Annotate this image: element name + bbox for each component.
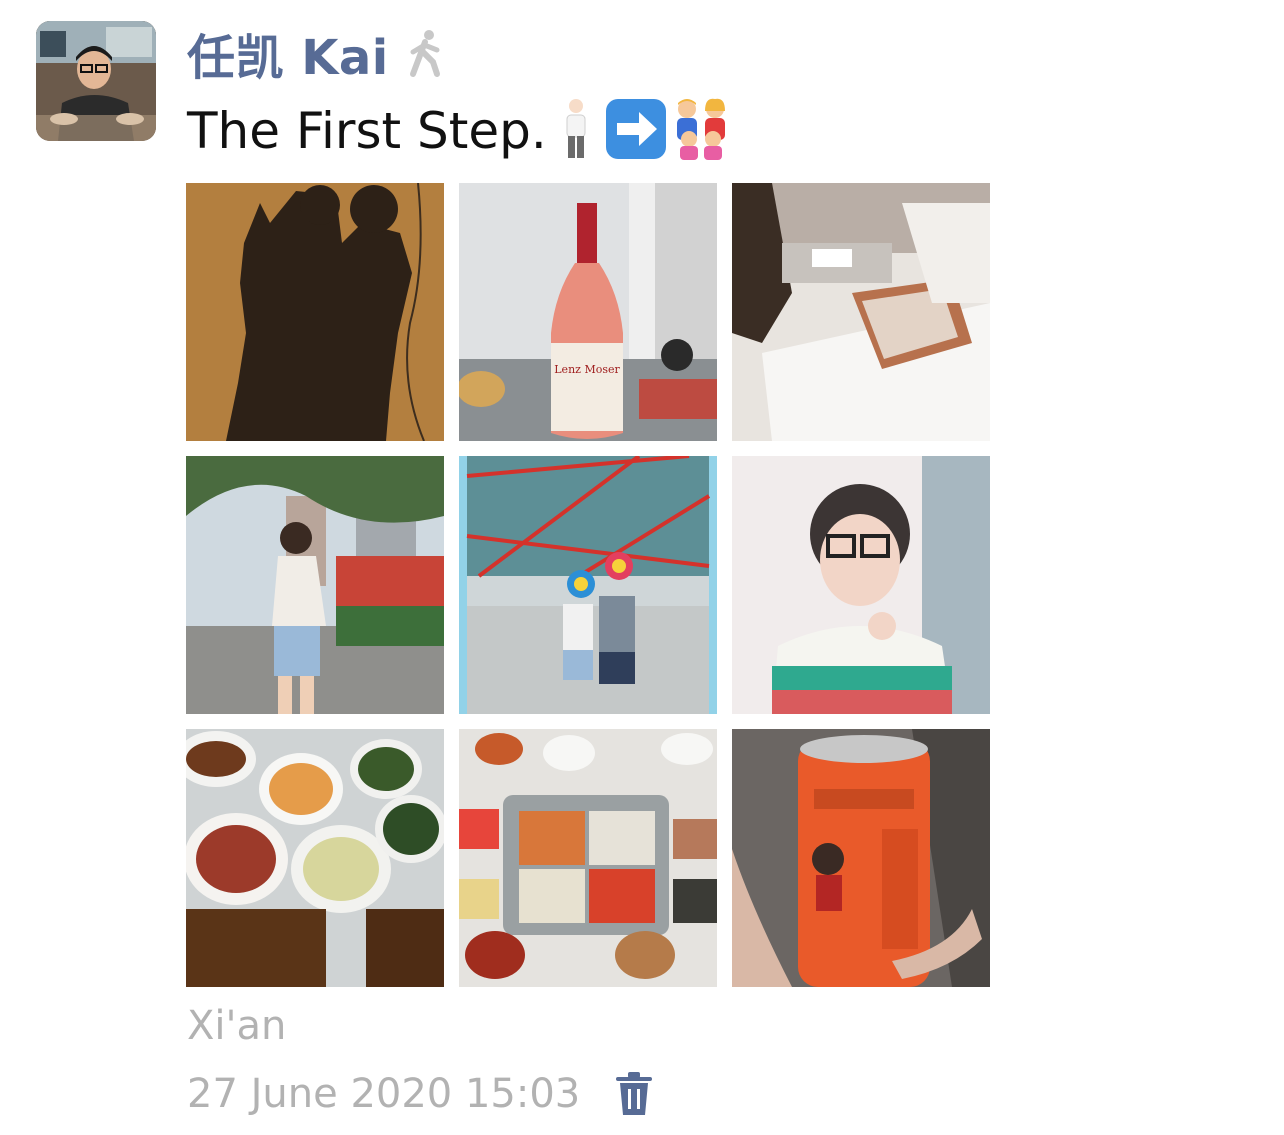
post-timestamp: 27 June 2020 15:03: [187, 1071, 581, 1117]
avatar[interactable]: [36, 21, 156, 141]
photo-hotel-bed[interactable]: [732, 183, 990, 441]
author-name[interactable]: 任凯 Kai: [187, 18, 389, 88]
right-arrow-emoji: [605, 98, 667, 164]
person-standing-emoji: [561, 98, 591, 164]
svg-text:Lenz Moser: Lenz Moser: [554, 363, 620, 376]
photo-hotpot[interactable]: [459, 729, 717, 987]
trash-icon[interactable]: [614, 1071, 654, 1117]
photo-street-girl[interactable]: [186, 456, 444, 714]
photo-soda-can[interactable]: [732, 729, 990, 987]
photo-dinner-dishes[interactable]: [186, 729, 444, 987]
photo-shadows[interactable]: [186, 183, 444, 441]
post-text: The First Step.: [187, 102, 547, 160]
family-emoji: [669, 97, 735, 165]
photo-boy-glasses[interactable]: [732, 456, 990, 714]
photo-grid: Lenz Moser: [186, 183, 990, 987]
walking-person-icon: [403, 28, 449, 78]
photo-couple-flowers[interactable]: [459, 456, 717, 714]
location-label[interactable]: Xi'an: [187, 1003, 286, 1049]
photo-wine-bottle[interactable]: Lenz Moser: [459, 183, 717, 441]
